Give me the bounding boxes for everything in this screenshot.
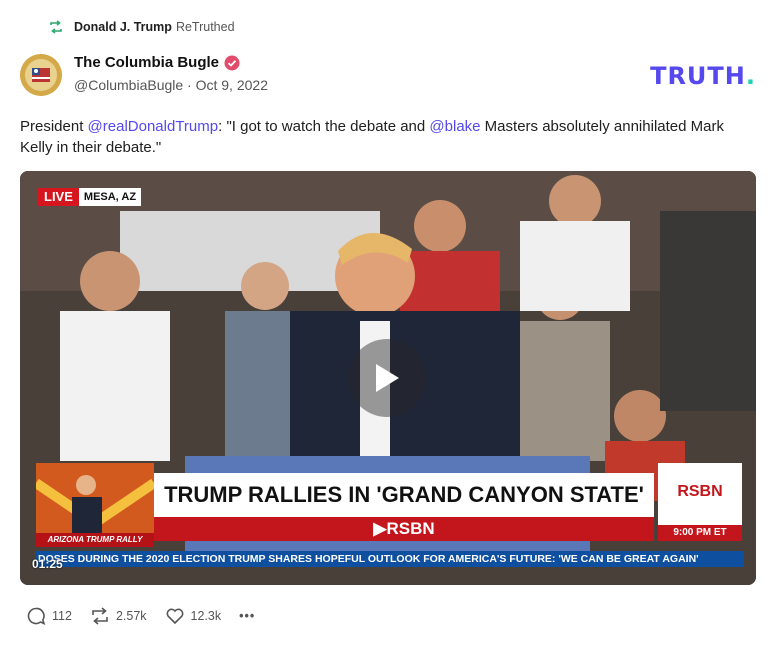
retruth-icon <box>50 20 62 34</box>
video-subline: ▶RSBN <box>154 517 654 541</box>
broadcast-time: 9:00 PM ET <box>658 525 742 541</box>
author-name[interactable]: The Columbia Bugle <box>74 54 219 71</box>
live-location: MESA, AZ <box>83 191 137 203</box>
video-player[interactable]: LIVE MESA, AZ ARIZONA TRUMP RALLY TRUMP … <box>20 171 756 585</box>
retruth-user[interactable]: Donald J. Trump <box>74 20 172 34</box>
channel-logo-text: RSBN <box>677 483 723 500</box>
post-text: President @realDonaldTrump: "I got to wa… <box>20 118 724 156</box>
more-options-icon: ••• <box>239 609 256 623</box>
truth-logo[interactable]: TRUTH. <box>650 62 756 90</box>
mention-realdonaldtrump[interactable]: @realDonaldTrump <box>88 118 219 135</box>
channel-logo: RSBN 9:00 PM ET <box>658 463 742 541</box>
like-count: 12.3k <box>190 609 222 623</box>
post-actions: 112 2.57k 12.3k ••• <box>26 606 273 626</box>
play-icon <box>376 364 399 392</box>
retruth-header: Donald J. Trump ReTruthed <box>48 18 235 36</box>
post-author: The Columbia Bugle @ColumbiaBugle · Oct … <box>74 54 268 93</box>
reply-count: 112 <box>52 609 72 623</box>
mention-blake[interactable]: @blake <box>429 118 480 135</box>
reply-button[interactable]: 112 <box>26 606 72 626</box>
retruth-action-icon <box>92 607 108 625</box>
reply-icon <box>27 607 46 625</box>
live-badge: LIVE MESA, AZ <box>38 188 142 206</box>
video-duration: 01:25 <box>32 557 63 571</box>
avatar[interactable] <box>20 54 62 96</box>
author-handle-date: @ColumbiaBugle · Oct 9, 2022 <box>74 77 268 93</box>
verified-badge-icon <box>224 55 240 70</box>
retruth-button[interactable]: 2.57k <box>90 606 147 626</box>
rally-thumbnail: ARIZONA TRUMP RALLY <box>36 463 154 547</box>
thumb-caption: ARIZONA TRUMP RALLY <box>36 533 154 547</box>
live-label: LIVE <box>38 188 79 206</box>
like-button[interactable]: 12.3k <box>165 606 222 626</box>
retruth-action: ReTruthed <box>175 20 235 34</box>
heart-icon <box>166 608 183 625</box>
avatar-image <box>20 54 62 96</box>
news-ticker: DOSES DURING THE 2020 ELECTION TRUMP SHA… <box>36 551 744 567</box>
retruth-count: 2.57k <box>115 609 147 623</box>
lower-third: ARIZONA TRUMP RALLY TRUMP RALLIES IN 'GR… <box>36 463 742 547</box>
video-headline: TRUMP RALLIES IN 'GRAND CANYON STATE' <box>154 473 654 517</box>
play-button[interactable] <box>348 339 426 417</box>
more-options-button[interactable]: ••• <box>239 609 255 623</box>
